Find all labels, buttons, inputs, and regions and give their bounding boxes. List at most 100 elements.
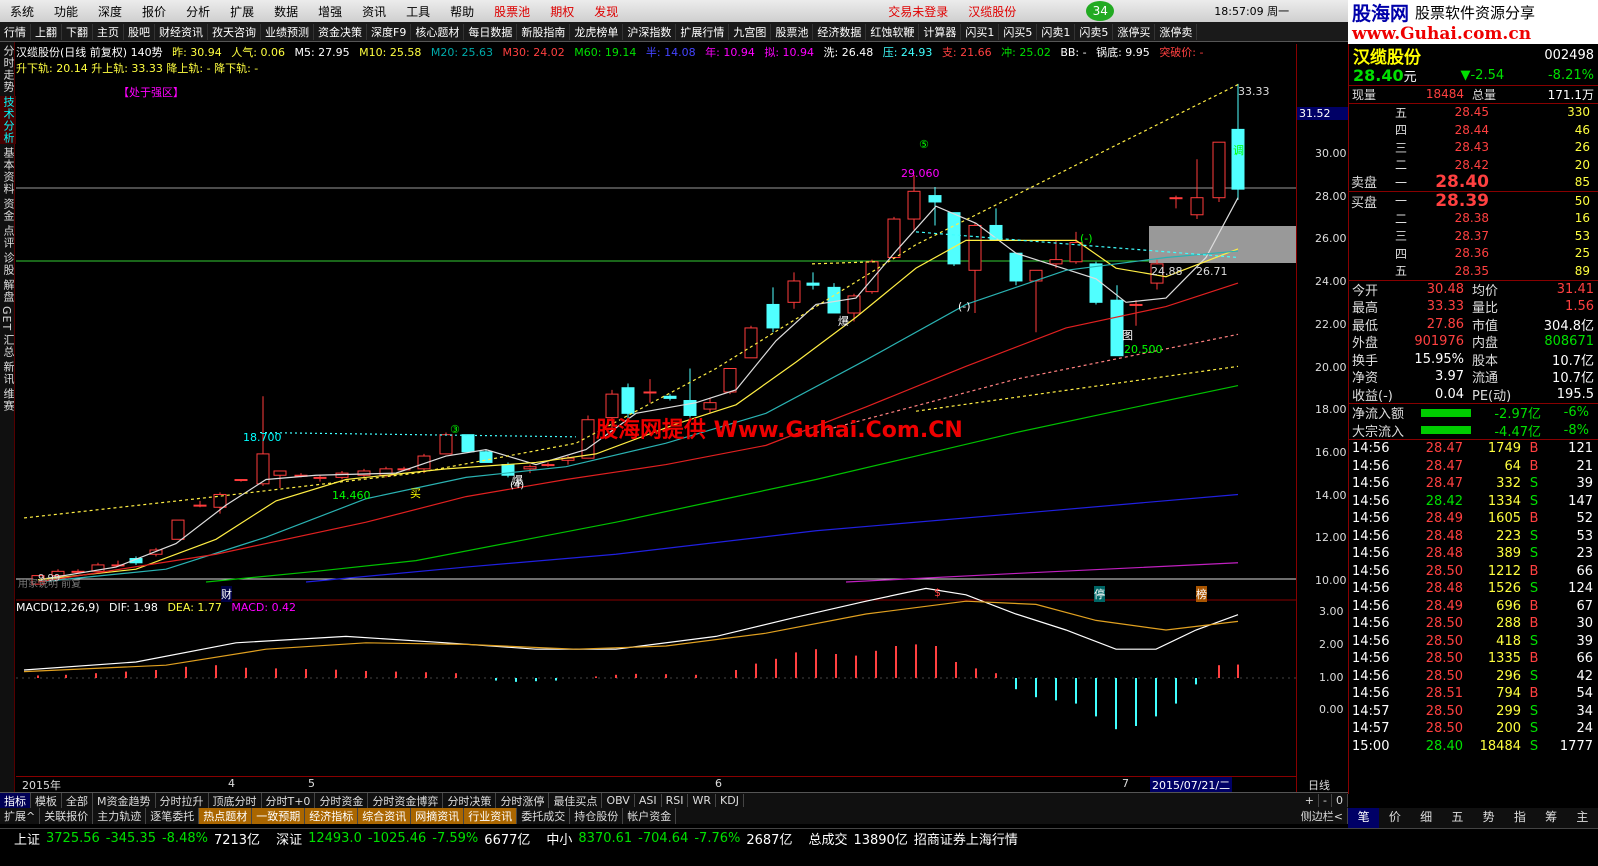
menu-system[interactable]: 系统: [0, 3, 44, 20]
tb-item[interactable]: 经济数据: [813, 23, 867, 40]
sz-label[interactable]: 深证: [276, 829, 302, 848]
tb-item[interactable]: 沪深指数: [623, 23, 677, 40]
tab-topbottom[interactable]: 顶底分时: [209, 793, 262, 808]
tick-row[interactable]: 14:56 28.50 1212 B 66: [1349, 563, 1598, 581]
tab-general-news[interactable]: 综合资讯: [358, 808, 412, 824]
tab-holdings[interactable]: 持仓股份: [570, 808, 624, 824]
tick-row[interactable]: 14:56 28.49 696 B 67: [1349, 598, 1598, 616]
tick-row[interactable]: 14:56 28.49 1605 B 52: [1349, 510, 1598, 528]
menu-discover[interactable]: 发现: [584, 3, 628, 20]
tick-row[interactable]: 14:56 28.50 296 S 42: [1349, 668, 1598, 686]
buy-level[interactable]: 五 28.35 89: [1349, 262, 1598, 280]
tab-fs-limit[interactable]: 分时涨停: [496, 793, 550, 808]
tab-asi[interactable]: ASI: [635, 794, 662, 807]
zoom-out-button[interactable]: -: [1319, 794, 1332, 807]
tab-consensus[interactable]: 一致预期: [252, 808, 306, 824]
menu-enhance[interactable]: 增强: [308, 3, 352, 20]
tb-item[interactable]: 股票池: [771, 23, 814, 40]
tb-item[interactable]: 核心题材: [411, 23, 465, 40]
tab-main-track[interactable]: 主力轨迹: [93, 808, 147, 824]
sell-level[interactable]: 五 28.45 330: [1349, 104, 1598, 122]
tb-item[interactable]: 涨停买: [1113, 23, 1156, 40]
nav-tech[interactable]: 技术分析: [0, 96, 16, 144]
tab-m-fund[interactable]: M资金趋势: [93, 793, 156, 808]
sidebar-toggle[interactable]: 侧边栏<: [1297, 808, 1348, 824]
tab-template[interactable]: 模板: [31, 793, 62, 808]
tick-row[interactable]: 14:56 28.48 389 S 23: [1349, 545, 1598, 563]
tab-related[interactable]: 关联报价: [40, 808, 94, 824]
zoom-in-button[interactable]: +: [1301, 794, 1320, 807]
tb-item[interactable]: 资金决策: [314, 23, 367, 40]
tick-row[interactable]: 14:56 28.50 1335 B 66: [1349, 650, 1598, 668]
nav-comment[interactable]: 点评: [0, 225, 16, 249]
tick-row[interactable]: 14:56 28.42 1334 S 147: [1349, 493, 1598, 511]
menu-data[interactable]: 数据: [264, 3, 308, 20]
tick-row[interactable]: 14:56 28.48 223 S 53: [1349, 528, 1598, 546]
nav-summary[interactable]: 汇总: [0, 334, 16, 358]
menu-stock-pool[interactable]: 股票池: [484, 3, 540, 20]
tick-row[interactable]: 14:57 28.50 200 S 24: [1349, 720, 1598, 738]
tab-rsi[interactable]: RSI: [662, 794, 689, 807]
rp-tab-jia[interactable]: 价: [1379, 808, 1410, 828]
tb-item[interactable]: 九宫图: [729, 23, 772, 40]
tick-row[interactable]: 14:56 28.51 794 B 54: [1349, 685, 1598, 703]
tb-item[interactable]: 上翻: [31, 23, 62, 40]
tick-row[interactable]: 15:00 28.40 18484 S 1777: [1349, 738, 1598, 756]
tab-best-buy[interactable]: 最佳买点: [549, 793, 603, 808]
tab-hot-topic[interactable]: 热点题材: [199, 808, 253, 824]
buy-level[interactable]: 二 28.38 16: [1349, 210, 1598, 228]
nav-weisai2[interactable]: 维赛: [0, 388, 16, 412]
tb-item[interactable]: 闪买1: [961, 23, 1000, 40]
sell-level[interactable]: 三 28.43 26: [1349, 139, 1598, 157]
tab-fs-decision[interactable]: 分时决策: [443, 793, 497, 808]
menu-analysis[interactable]: 分析: [176, 3, 220, 20]
notification-badge[interactable]: 34: [1086, 1, 1115, 21]
tick-row[interactable]: 14:56 28.50 418 S 39: [1349, 633, 1598, 651]
tb-item[interactable]: 红蚀软鞭: [866, 23, 920, 40]
rp-tab-shi[interactable]: 势: [1473, 808, 1504, 828]
tab-fs-fund[interactable]: 分时资金: [315, 793, 369, 808]
buy-level[interactable]: 三 28.37 53: [1349, 227, 1598, 245]
tab-obv[interactable]: OBV: [602, 794, 635, 807]
tick-row[interactable]: 14:56 28.47 332 S 39: [1349, 475, 1598, 493]
nav-newsflash[interactable]: 新讯: [0, 361, 16, 385]
tab-wr[interactable]: WR: [688, 794, 717, 807]
menu-function[interactable]: 功能: [44, 3, 88, 20]
menu-options[interactable]: 期权: [540, 3, 584, 20]
tab-web-news[interactable]: 网摘资讯: [411, 808, 465, 824]
tab-fs-game[interactable]: 分时资金博弈: [368, 793, 444, 808]
tab-all[interactable]: 全部: [62, 793, 93, 808]
rp-tab-zhu[interactable]: 主: [1567, 808, 1598, 828]
tb-item[interactable]: 财经资讯: [155, 23, 208, 40]
tb-item[interactable]: 下翻: [62, 23, 93, 40]
tab-extend[interactable]: 扩展^: [0, 808, 41, 824]
tick-row[interactable]: 14:56 28.50 288 B 30: [1349, 615, 1598, 633]
tb-item[interactable]: 每日数据: [464, 23, 518, 40]
tb-item[interactable]: 计算器: [919, 23, 962, 40]
zoom-reset-button[interactable]: 0: [1332, 794, 1348, 807]
tab-kdj[interactable]: KDJ: [716, 794, 744, 807]
menu-tools[interactable]: 工具: [396, 3, 440, 20]
tick-row[interactable]: 14:56 28.48 1526 S 124: [1349, 580, 1598, 598]
tab-indicator[interactable]: 指标: [0, 793, 31, 808]
tab-t0[interactable]: 分时T+0: [262, 793, 316, 808]
tick-row[interactable]: 14:56 28.47 64 B 21: [1349, 458, 1598, 476]
menu-depth[interactable]: 深度: [88, 3, 132, 20]
nav-fund[interactable]: 资金: [0, 198, 16, 222]
period-label[interactable]: 日线: [1308, 777, 1330, 793]
tb-item[interactable]: 主页: [93, 23, 124, 40]
menu-quote[interactable]: 报价: [132, 3, 176, 20]
menu-extend[interactable]: 扩展: [220, 3, 264, 20]
tick-list[interactable]: 14:56 28.47 1749 B 121 14:56 28.47 64 B 21 14:56 28…: [1349, 440, 1598, 755]
tick-row[interactable]: 14:57 28.50 299 S 34: [1349, 703, 1598, 721]
tb-item[interactable]: 闪卖1: [1037, 23, 1076, 40]
rp-tab-zhi[interactable]: 指: [1504, 808, 1535, 828]
buy-level[interactable]: 一 28.39 50: [1349, 191, 1598, 211]
sell-level[interactable]: 二 28.42 20: [1349, 156, 1598, 174]
nav-jiepan[interactable]: 解盘: [0, 279, 16, 303]
tb-item[interactable]: 业绩预测: [261, 23, 314, 40]
tab-industry[interactable]: 行业资讯: [464, 808, 518, 824]
tab-econ[interactable]: 经济指标: [305, 808, 359, 824]
tb-item[interactable]: 龙虎榜单: [570, 23, 624, 40]
rp-tab-chou[interactable]: 筹: [1536, 808, 1567, 828]
